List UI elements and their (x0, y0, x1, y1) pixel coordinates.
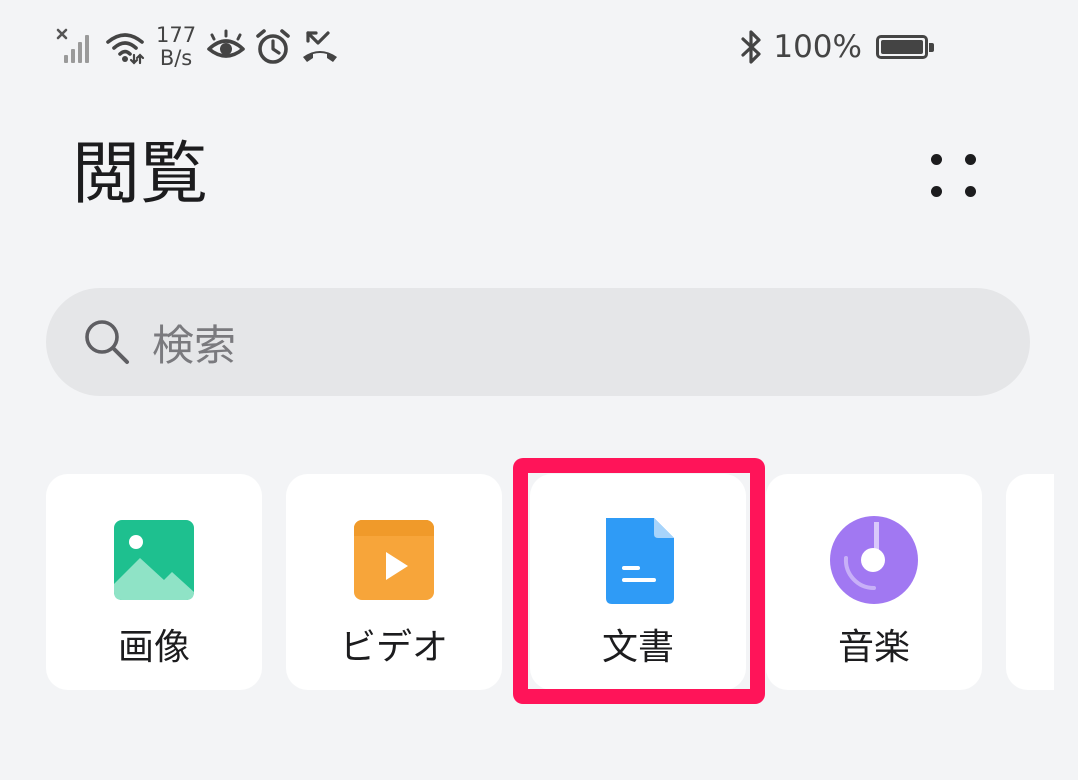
network-speed-unit: B/s (159, 46, 193, 70)
category-label: 音楽 (837, 627, 910, 668)
more-options-button[interactable] (918, 142, 988, 212)
category-label: 画像 (117, 627, 190, 668)
eye-comfort-icon (207, 29, 245, 58)
battery-icon (876, 35, 934, 59)
missed-call-icon (303, 31, 338, 62)
page-title: 閲覧 (72, 135, 209, 214)
no-signal-icon (56, 28, 89, 63)
image-icon (114, 520, 194, 600)
battery-level (881, 40, 923, 54)
status-bar: 177 B/s 100% (0, 0, 1078, 90)
video-icon (354, 520, 434, 600)
document-icon (606, 518, 674, 604)
category-images[interactable]: 画像 (46, 474, 262, 690)
search-bar[interactable]: 検索 (46, 288, 1030, 396)
network-speed-value: 177 (156, 23, 197, 47)
status-bar-right: 100% (739, 22, 934, 72)
category-music[interactable]: 音楽 (766, 474, 982, 690)
network-speed: 177 B/s (156, 24, 196, 70)
music-icon (830, 516, 918, 604)
bluetooth-icon (741, 30, 761, 64)
category-next-partial[interactable] (1006, 474, 1054, 690)
battery-percent: 100% (773, 29, 862, 65)
category-label: ビデオ (339, 627, 448, 668)
battery-tip (929, 43, 934, 52)
search-icon (85, 320, 129, 364)
files-browse-screen: 177 B/s 100% 閲覧 検索 画像 ビデオ 文書 音楽 (0, 0, 1078, 780)
category-label: 文書 (601, 627, 674, 668)
category-documents[interactable]: 文書 (530, 474, 746, 690)
category-videos[interactable]: ビデオ (286, 474, 502, 690)
wifi-icon (106, 33, 145, 65)
search-placeholder: 検索 (152, 320, 237, 370)
alarm-icon (256, 29, 290, 64)
status-bar-left: 177 B/s (56, 22, 340, 72)
